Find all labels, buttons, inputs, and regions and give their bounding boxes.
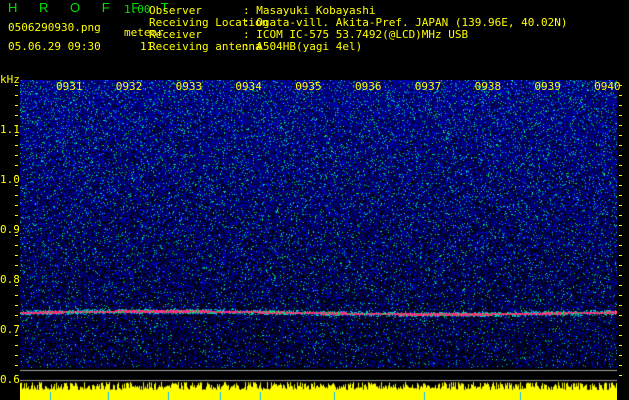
y-minor-tick bbox=[619, 165, 622, 166]
y-minor-tick bbox=[15, 175, 18, 176]
app-version: 1.00 bbox=[124, 3, 151, 16]
y-minor-tick bbox=[619, 315, 622, 316]
y-minor-tick bbox=[15, 345, 18, 346]
y-minor-tick bbox=[619, 115, 622, 116]
y-minor-tick bbox=[619, 345, 622, 346]
x-tick-label: 0932 bbox=[115, 80, 143, 93]
y-minor-tick bbox=[619, 335, 622, 336]
spectrogram-canvas bbox=[20, 80, 617, 400]
y-minor-tick bbox=[619, 85, 622, 86]
x-tick-label: 0933 bbox=[175, 80, 203, 93]
y-minor-tick bbox=[619, 135, 622, 136]
y-minor-tick bbox=[619, 155, 622, 156]
x-tick-label: 0935 bbox=[295, 80, 322, 93]
y-minor-tick bbox=[15, 95, 18, 96]
y-minor-tick bbox=[15, 165, 18, 166]
y-minor-tick bbox=[15, 105, 18, 106]
y-minor-tick bbox=[15, 315, 18, 316]
y-minor-tick bbox=[15, 255, 18, 256]
y-minor-tick bbox=[15, 205, 18, 206]
y-minor-tick bbox=[15, 325, 18, 326]
datetime: 05.06.29 09:30 bbox=[8, 40, 101, 53]
y-minor-tick bbox=[619, 175, 622, 176]
y-minor-tick bbox=[619, 195, 622, 196]
y-minor-tick bbox=[619, 95, 622, 96]
y-minor-tick bbox=[15, 245, 18, 246]
y-minor-tick bbox=[15, 185, 18, 186]
x-tick-label: 0931 bbox=[56, 80, 83, 93]
y-minor-tick bbox=[619, 235, 622, 236]
y-minor-tick bbox=[15, 135, 18, 136]
y-minor-tick bbox=[619, 225, 622, 226]
y-minor-tick bbox=[15, 125, 18, 126]
y-minor-tick bbox=[619, 285, 622, 286]
y-minor-tick bbox=[619, 125, 622, 126]
y-minor-tick bbox=[15, 225, 18, 226]
y-minor-tick bbox=[619, 275, 622, 276]
y-minor-tick bbox=[619, 215, 622, 216]
y-minor-tick bbox=[15, 275, 18, 276]
y-minor-tick bbox=[619, 205, 622, 206]
y-minor-tick bbox=[15, 355, 18, 356]
x-tick-label: 0936 bbox=[355, 80, 382, 93]
y-minor-tick bbox=[619, 305, 622, 306]
spectrogram bbox=[20, 80, 617, 400]
y-minor-tick bbox=[619, 325, 622, 326]
y-minor-tick bbox=[15, 195, 18, 196]
filename: 0506290930.png bbox=[8, 21, 101, 34]
x-tick-label: 0940 bbox=[594, 80, 621, 93]
y-minor-tick bbox=[15, 115, 18, 116]
y-minor-tick bbox=[15, 375, 18, 376]
x-tick-label: 0937 bbox=[414, 80, 442, 93]
y-minor-tick bbox=[619, 255, 622, 256]
y-minor-tick bbox=[15, 85, 18, 86]
y-minor-tick bbox=[15, 305, 18, 306]
y-minor-tick bbox=[619, 375, 622, 376]
info-value-antenna: : A504HB(yagi 4el) bbox=[243, 40, 363, 53]
y-minor-tick bbox=[15, 235, 18, 236]
y-minor-tick bbox=[619, 145, 622, 146]
y-minor-tick bbox=[15, 155, 18, 156]
y-minor-tick bbox=[619, 105, 622, 106]
x-tick-label: 0939 bbox=[534, 80, 561, 93]
y-minor-tick bbox=[619, 265, 622, 266]
y-minor-tick bbox=[619, 185, 622, 186]
y-minor-tick bbox=[619, 295, 622, 296]
y-minor-tick bbox=[15, 265, 18, 266]
y-minor-tick bbox=[619, 245, 622, 246]
y-minor-tick bbox=[15, 215, 18, 216]
y-minor-tick bbox=[15, 145, 18, 146]
x-tick-label: 0934 bbox=[235, 80, 262, 93]
y-minor-tick bbox=[619, 365, 622, 366]
y-minor-tick bbox=[15, 335, 18, 336]
y-minor-tick bbox=[15, 295, 18, 296]
y-minor-tick bbox=[15, 365, 18, 366]
y-minor-tick bbox=[15, 285, 18, 286]
y-minor-tick bbox=[619, 355, 622, 356]
x-tick-label: 0938 bbox=[474, 80, 502, 93]
